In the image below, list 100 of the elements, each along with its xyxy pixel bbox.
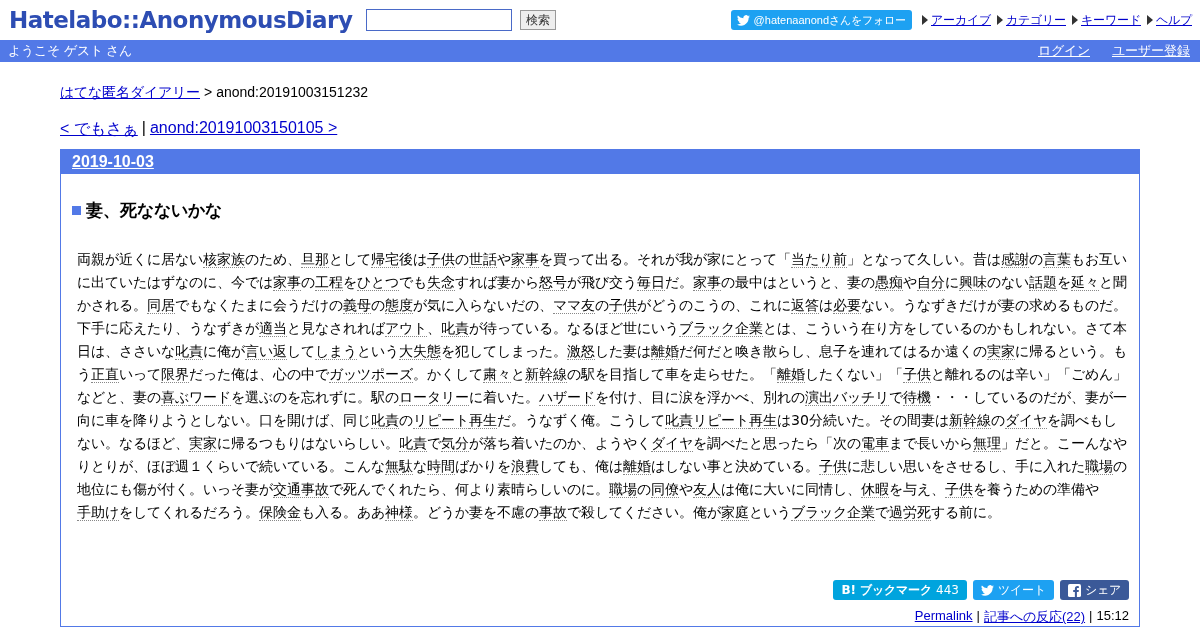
keyword-link[interactable]: 待機 xyxy=(903,389,931,406)
keyword-link[interactable]: 言葉 xyxy=(1043,251,1071,268)
keyword-link[interactable]: 帰宅 xyxy=(371,251,399,268)
keyword-link[interactable]: 限界 xyxy=(161,366,189,383)
keyword-link[interactable]: 返答 xyxy=(791,297,819,314)
keyword-link[interactable]: 当たり前 xyxy=(791,251,847,268)
keyword-link[interactable]: 家事 xyxy=(511,251,539,268)
nav-link[interactable]: アーカイブ xyxy=(931,11,991,29)
keyword-link[interactable]: 職場 xyxy=(609,481,637,498)
keyword-link[interactable]: 叱責 xyxy=(441,320,469,337)
keyword-link[interactable]: ママ友 xyxy=(553,297,595,314)
keyword-link[interactable]: 正直 xyxy=(91,366,119,383)
keyword-link[interactable]: アウト xyxy=(385,320,427,337)
keyword-link[interactable]: 同僚 xyxy=(651,481,679,498)
keyword-link[interactable]: 休暇 xyxy=(861,481,889,498)
keyword-link[interactable]: 叱責 xyxy=(371,412,399,429)
share-button[interactable]: シェア xyxy=(1060,580,1129,600)
keyword-link[interactable]: しまう xyxy=(315,343,357,360)
keyword-link[interactable]: 再生 xyxy=(749,412,777,429)
keyword-link[interactable]: 工程 xyxy=(315,274,343,291)
keyword-link[interactable]: 毎日 xyxy=(637,274,665,291)
keyword-link[interactable]: 話題 xyxy=(1029,274,1057,291)
keyword-link[interactable]: 感謝 xyxy=(1001,251,1029,268)
keyword-link[interactable]: 新幹線 xyxy=(525,366,567,383)
keyword-link[interactable]: 核家族 xyxy=(203,251,245,268)
keyword-link[interactable]: 子供 xyxy=(945,481,973,498)
keyword-link[interactable]: 怒号 xyxy=(539,274,567,291)
nav-link[interactable]: ヘルプ xyxy=(1156,11,1192,29)
account-link[interactable]: ログイン xyxy=(1038,42,1090,60)
keyword-link[interactable]: 大失態 xyxy=(399,343,441,360)
keyword-link[interactable]: 同居 xyxy=(147,297,175,314)
site-logo[interactable]: Hatelabo::AnonymousDiary xyxy=(9,7,353,33)
keyword-link[interactable]: ロータリー xyxy=(399,389,469,406)
keyword-link[interactable]: 世話 xyxy=(469,251,497,268)
keyword-link[interactable]: 無理 xyxy=(973,435,1001,452)
keyword-link[interactable]: 子供 xyxy=(819,458,847,475)
keyword-link[interactable]: リピート xyxy=(693,412,749,429)
nav-link[interactable]: キーワード xyxy=(1081,11,1141,29)
previous-entry-link[interactable]: < でもさぁ xyxy=(60,119,138,140)
keyword-link[interactable]: 手助け xyxy=(77,504,119,521)
keyword-link[interactable]: 叱責 xyxy=(665,412,693,429)
keyword-link[interactable]: 離婚 xyxy=(623,458,651,475)
keyword-link[interactable]: 無駄 xyxy=(385,458,413,475)
responses-link[interactable]: 記事への反応(22) xyxy=(983,608,1086,626)
keyword-link[interactable]: 事故 xyxy=(539,504,567,521)
keyword-link[interactable]: 再生 xyxy=(469,412,497,429)
keyword-link[interactable]: ダイヤ xyxy=(651,435,693,452)
keyword-link[interactable]: ひとつ xyxy=(357,274,399,291)
keyword-link[interactable]: 激怒 xyxy=(567,343,595,360)
keyword-link[interactable]: ダイヤ xyxy=(1004,412,1047,429)
keyword-link[interactable]: ハザード xyxy=(539,389,595,406)
keyword-link[interactable]: 神様 xyxy=(385,504,413,521)
keyword-link[interactable]: ガッツポーズ xyxy=(329,366,413,383)
permalink-link[interactable]: Permalink xyxy=(914,608,973,626)
keyword-link[interactable]: 叱責 xyxy=(399,435,427,452)
keyword-link[interactable]: 新幹線 xyxy=(948,412,991,429)
keyword-link[interactable]: 態度 xyxy=(385,297,413,314)
keyword-link[interactable]: 義母 xyxy=(343,297,371,314)
keyword-link[interactable]: 旦那 xyxy=(301,251,329,268)
keyword-link[interactable]: 友人 xyxy=(693,481,721,498)
keyword-link[interactable]: 職場 xyxy=(1085,458,1113,475)
keyword-link[interactable]: 愚痴 xyxy=(875,274,903,291)
keyword-link[interactable]: 浪費 xyxy=(511,458,539,475)
keyword-link[interactable]: 必要 xyxy=(833,297,861,314)
keyword-link[interactable]: 興味 xyxy=(959,274,987,291)
keyword-link[interactable]: 保険金 xyxy=(259,504,301,521)
keyword-link[interactable]: 言い返 xyxy=(245,343,287,360)
keyword-link[interactable]: 気分 xyxy=(441,435,469,452)
keyword-link[interactable]: 喜ぶ xyxy=(161,389,189,406)
keyword-link[interactable]: 家庭 xyxy=(721,504,749,521)
keyword-link[interactable]: バッチリ xyxy=(833,389,889,406)
keyword-link[interactable]: 過労死 xyxy=(889,504,931,521)
keyword-link[interactable]: ワード xyxy=(189,389,231,406)
keyword-link[interactable]: 子供 xyxy=(609,297,637,314)
keyword-link[interactable]: 粛々 xyxy=(483,366,511,383)
keyword-link[interactable]: 延々 xyxy=(1071,274,1099,291)
account-link[interactable]: ユーザー登録 xyxy=(1112,42,1190,60)
keyword-link[interactable]: ブラック企業 xyxy=(679,320,763,337)
keyword-link[interactable]: 実家 xyxy=(189,435,217,452)
keyword-link[interactable]: 電車 xyxy=(861,435,889,452)
keyword-link[interactable]: 家事 xyxy=(693,274,721,291)
keyword-link[interactable]: 離婚 xyxy=(651,343,679,360)
search-field[interactable] xyxy=(366,9,513,31)
keyword-link[interactable]: 演出 xyxy=(805,389,833,406)
keyword-link[interactable]: 交通事故 xyxy=(273,481,329,498)
keyword-link[interactable]: 叱責 xyxy=(175,343,203,360)
date-link[interactable]: 2019-10-03 xyxy=(72,153,154,170)
keyword-link[interactable]: 失念 xyxy=(427,274,455,291)
keyword-link[interactable]: 実家 xyxy=(987,343,1015,360)
keyword-link[interactable]: 適当 xyxy=(259,320,287,337)
keyword-link[interactable]: 自分 xyxy=(917,274,945,291)
keyword-link[interactable]: ブラック企業 xyxy=(791,504,875,521)
keyword-link[interactable]: 離婚 xyxy=(777,366,805,383)
search-button[interactable]: 検索 xyxy=(520,10,557,30)
nav-link[interactable]: カテゴリー xyxy=(1006,11,1066,29)
keyword-link[interactable]: 子供 xyxy=(903,366,931,383)
next-entry-link[interactable]: anond:20191003150105 > xyxy=(149,119,338,140)
keyword-link[interactable]: 子供 xyxy=(427,251,455,268)
keyword-link[interactable]: 家事 xyxy=(273,274,301,291)
breadcrumb-link[interactable]: はてな匿名ダイアリー xyxy=(60,84,200,102)
